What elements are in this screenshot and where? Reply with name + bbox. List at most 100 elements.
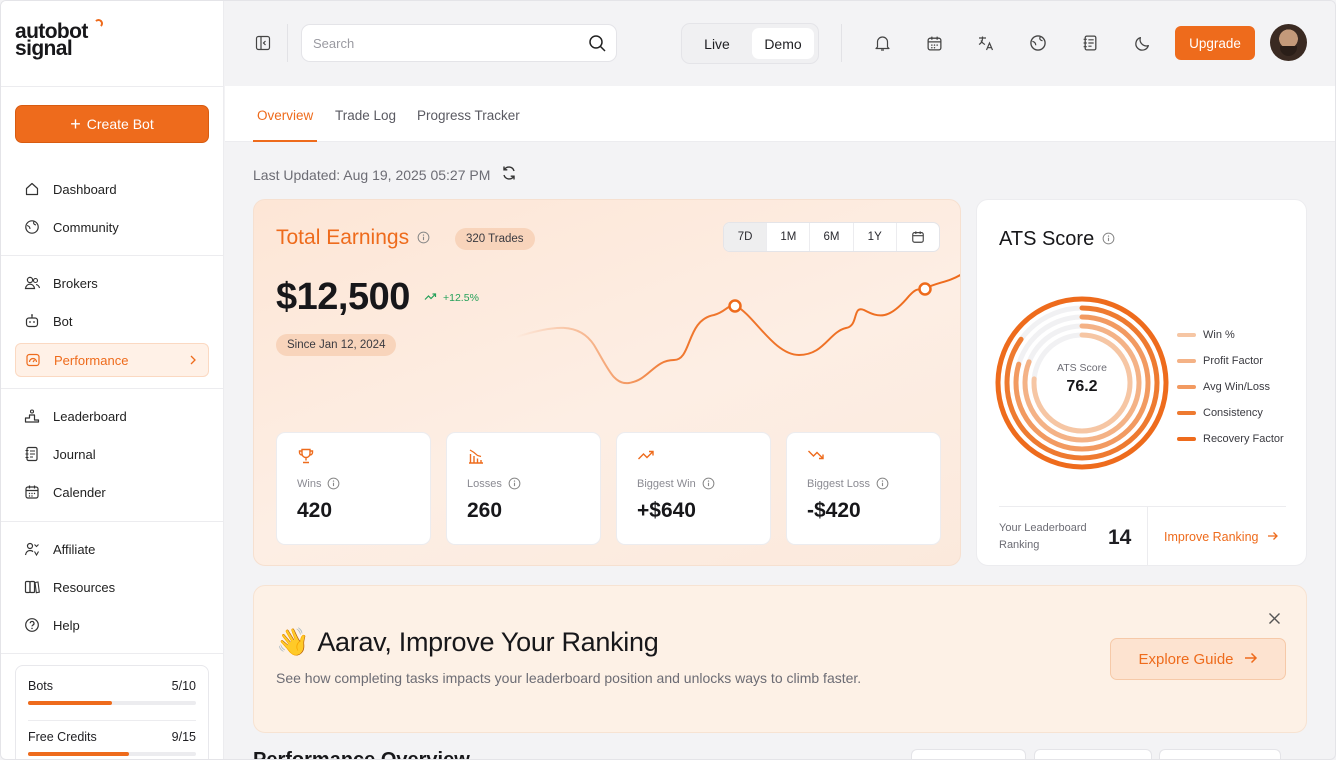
stat-label: Wins [297, 477, 340, 490]
stat-value: 420 [297, 499, 333, 522]
tab-progress-tracker[interactable]: Progress Tracker [417, 108, 520, 123]
sidebar-item-affiliate[interactable]: Affiliate [15, 532, 209, 566]
sidebar-item-label: Resources [53, 579, 116, 595]
info-icon[interactable] [508, 477, 521, 490]
sidebar-item-label: Calender [53, 484, 106, 500]
legend-swatch [1177, 333, 1196, 337]
legend-item: Win % [1177, 322, 1284, 348]
stat-label: Losses [467, 477, 521, 490]
sidebar-item-dashboard[interactable]: Dashboard [15, 172, 209, 206]
usage-progress-track [28, 701, 196, 705]
sidebar-item-calender[interactable]: Calender [15, 475, 209, 509]
bot-icon [23, 312, 41, 330]
sidebar-item-label: Performance [54, 352, 129, 368]
info-icon[interactable] [327, 477, 340, 490]
podium-icon [23, 407, 41, 425]
translate-icon[interactable] [976, 33, 996, 53]
refresh-icon[interactable] [500, 164, 518, 185]
search-icon[interactable] [588, 34, 607, 56]
leaderboard-ranking-label: Your Leaderboard Ranking [999, 522, 1087, 551]
sidebar-item-label: Brokers [53, 275, 98, 291]
close-icon[interactable] [1268, 608, 1281, 631]
legend-item: Recovery Factor [1177, 426, 1284, 452]
ats-score-card: ATS Score ATS Score 76.2 Win % Profit Fa… [976, 199, 1307, 566]
sidebar-item-journal[interactable]: Journal [15, 437, 209, 471]
filter-control[interactable] [1034, 749, 1152, 759]
stat-value: -$420 [807, 499, 861, 522]
stat-label-text: Biggest Loss [807, 477, 870, 490]
tab-bar: Overview Trade Log Progress Tracker [225, 86, 1335, 142]
moon-icon[interactable] [1132, 33, 1152, 53]
brand-logo[interactable]: autobot signal [15, 19, 103, 59]
tab-overview[interactable]: Overview [257, 108, 313, 123]
search-placeholder: Search [313, 35, 355, 51]
legend-label: Win % [1203, 329, 1235, 341]
explore-guide-label: Explore Guide [1138, 650, 1234, 668]
trophy-icon [297, 447, 315, 470]
sidebar-item-label: Help [53, 617, 80, 633]
tab-trade-log[interactable]: Trade Log [335, 108, 396, 123]
ats-title: ATS Score [999, 228, 1115, 251]
info-icon[interactable] [1102, 228, 1115, 251]
upgrade-button[interactable]: Upgrade [1175, 26, 1255, 60]
stat-value: 260 [467, 499, 503, 522]
sidebar-collapse-icon[interactable] [255, 35, 271, 56]
mode-demo-option[interactable]: Demo [752, 28, 814, 59]
app-window: autobot signal + Create Bot Dashboard Co… [0, 0, 1336, 760]
legend-swatch [1177, 385, 1196, 389]
sidebar-item-community[interactable]: Community [15, 210, 209, 244]
calendar-icon [23, 483, 41, 501]
journal-icon[interactable] [1080, 33, 1100, 53]
sidebar-item-performance[interactable]: Performance [15, 343, 209, 377]
divider [1147, 507, 1148, 566]
sidebar-item-brokers[interactable]: Brokers [15, 266, 209, 300]
usage-progress-fill [28, 701, 112, 705]
bell-icon[interactable] [872, 33, 892, 53]
plus-icon: + [70, 114, 81, 134]
ats-center-label: ATS Score [1057, 362, 1107, 374]
sidebar-item-resources[interactable]: Resources [15, 570, 209, 604]
sidebar-item-label: Journal [53, 446, 96, 462]
earnings-marker[interactable] [728, 299, 742, 313]
create-bot-label: Create Bot [86, 116, 154, 132]
globe-icon[interactable] [1028, 33, 1048, 53]
calendar-icon[interactable] [924, 33, 944, 53]
improve-ranking-label: Improve Ranking [1164, 530, 1259, 544]
filter-control[interactable] [1159, 749, 1281, 759]
sidebar: autobot signal + Create Bot Dashboard Co… [1, 1, 224, 759]
stat-label-text: Wins [297, 477, 322, 490]
usage-progress-fill [28, 752, 129, 756]
info-icon[interactable] [876, 477, 889, 490]
earnings-line [515, 273, 960, 385]
divider [999, 506, 1286, 507]
legend-swatch [1177, 411, 1196, 415]
filter-control[interactable] [911, 749, 1026, 759]
divider [1, 388, 224, 389]
sidebar-item-bot[interactable]: Bot [15, 304, 209, 338]
divider [1, 521, 224, 522]
search-input[interactable]: Search [301, 24, 617, 62]
usage-label: Bots [28, 679, 54, 693]
sidebar-item-label: Community [53, 219, 119, 235]
info-icon[interactable] [702, 477, 715, 490]
mode-live-option[interactable]: Live [686, 28, 748, 59]
create-bot-button[interactable]: + Create Bot [15, 105, 209, 143]
avatar[interactable] [1270, 24, 1307, 61]
improve-ranking-link[interactable]: Improve Ranking [1164, 530, 1279, 544]
ats-center-value: 76.2 [1066, 378, 1098, 395]
usage-label: Free Credits [28, 730, 97, 744]
upgrade-label: Upgrade [1189, 35, 1241, 51]
ats-legend: Win % Profit Factor Avg Win/Loss Consist… [1177, 322, 1284, 452]
home-icon [23, 180, 41, 198]
stat-card-losses: Losses 260 [446, 432, 601, 545]
banner-title-text: Aarav, Improve Your Ranking [317, 626, 659, 657]
earnings-marker[interactable] [918, 282, 932, 296]
sidebar-item-leaderboard[interactable]: Leaderboard [15, 399, 209, 433]
globe-icon [23, 218, 41, 236]
explore-guide-button[interactable]: Explore Guide [1110, 638, 1286, 680]
bar-down-icon [467, 447, 485, 470]
legend-label: Recovery Factor [1203, 433, 1284, 445]
sidebar-item-help[interactable]: Help [15, 608, 209, 642]
chevron-right-icon [188, 353, 198, 370]
banner-subtitle: See how completing tasks impacts your le… [276, 670, 862, 686]
